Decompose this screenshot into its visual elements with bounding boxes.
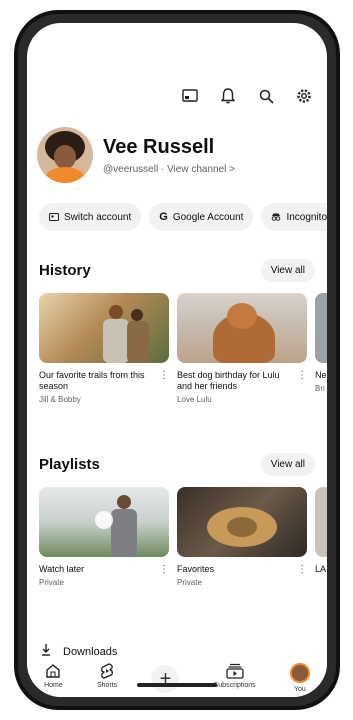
gear-icon[interactable] (295, 87, 313, 105)
history-card[interactable]: Ne Bri (315, 293, 327, 404)
plus-icon: + (151, 665, 180, 693)
download-icon (41, 643, 51, 661)
bottom-nav: Home Shorts + Subscriptions You (27, 663, 327, 697)
more-options-icon[interactable]: ⋮ (159, 564, 169, 587)
video-title: Ne (315, 370, 327, 380)
history-card[interactable]: Our favorite trails from this season Jil… (39, 293, 169, 404)
shorts-icon (101, 663, 114, 679)
playlist-thumbnail (39, 487, 169, 557)
clock-icon (95, 511, 113, 529)
playlist-thumbnail (315, 487, 327, 557)
history-title: History (39, 262, 91, 279)
profile-handle: @veerussell (103, 163, 159, 175)
video-channel: Love Lulu (177, 395, 212, 404)
video-thumbnail (39, 293, 169, 363)
playlist-privacy: Private (177, 578, 202, 587)
nav-home-label: Home (44, 682, 63, 689)
nav-home[interactable]: Home (44, 663, 63, 689)
playlist-card[interactable]: Favorites Private ⋮ (177, 487, 307, 587)
top-toolbar (181, 87, 313, 105)
bell-icon[interactable] (219, 87, 237, 105)
home-indicator[interactable] (137, 683, 217, 687)
downloads-item[interactable]: Downloads (41, 643, 117, 661)
avatar[interactable] (37, 127, 93, 183)
more-options-icon[interactable]: ⋮ (159, 370, 169, 404)
more-options-icon[interactable]: ⋮ (297, 564, 307, 587)
downloads-label: Downloads (63, 646, 118, 658)
playlist-card[interactable]: LA (315, 487, 327, 587)
playlist-card[interactable]: Watch later Private ⋮ (39, 487, 169, 587)
playlist-privacy: Private (39, 578, 64, 587)
google-icon: G (159, 211, 168, 223)
phone-bezel: Vee Russell @veerussell · View channel >… (18, 14, 336, 706)
view-channel-link[interactable]: View channel > (167, 164, 235, 175)
nav-shorts-label: Shorts (96, 682, 118, 689)
subscriptions-icon (225, 663, 244, 679)
profile-header: Vee Russell @veerussell · View channel > (37, 127, 235, 183)
account-chips: Switch account G Google Account Incognit… (39, 203, 327, 231)
playlists-title: Playlists (39, 456, 100, 473)
home-icon (46, 664, 61, 678)
playlist-thumbnail (177, 487, 307, 557)
nav-subscriptions-label: Subscriptions (213, 682, 256, 689)
nav-avatar (289, 663, 310, 683)
nav-shorts[interactable]: Shorts (97, 663, 117, 689)
history-card[interactable]: Best dog birthday for Lulu and her frien… (177, 293, 307, 404)
nav-subscriptions[interactable]: Subscriptions (214, 663, 256, 689)
switch-account-label: Switch account (64, 211, 132, 223)
video-channel: Bri (315, 384, 325, 393)
switch-account-icon (49, 213, 59, 221)
search-icon[interactable] (257, 87, 275, 105)
video-title: Best dog birthday for Lulu and her frien… (177, 370, 280, 391)
video-title: Our favorite trails from this season (39, 370, 145, 391)
cast-icon[interactable] (181, 87, 199, 105)
more-options-icon[interactable]: ⋮ (297, 370, 307, 404)
incognito-icon (272, 213, 281, 221)
nav-you[interactable]: You (289, 663, 310, 693)
playlist-title: Favorites (177, 564, 215, 574)
playlist-title: Watch later (39, 564, 85, 574)
video-thumbnail (315, 293, 327, 363)
video-thumbnail (177, 293, 307, 363)
nav-you-label: You (293, 686, 306, 693)
google-account-label: Google Account (172, 211, 244, 223)
playlists-view-all-button[interactable]: View all (260, 453, 315, 476)
nav-create[interactable]: + (151, 663, 180, 693)
switch-account-chip[interactable]: Switch account (39, 203, 142, 231)
app-screen: Vee Russell @veerussell · View channel >… (27, 23, 327, 697)
video-channel: Jill & Bobby (39, 395, 81, 404)
history-view-all-button[interactable]: View all (260, 259, 315, 282)
incognito-chip[interactable]: Incognito (261, 203, 327, 231)
history-header: History View all (39, 259, 315, 282)
playlist-title: LA (315, 564, 327, 574)
phone-frame: Vee Russell @veerussell · View channel >… (14, 10, 340, 710)
google-account-chip[interactable]: G Google Account (149, 203, 254, 231)
profile-name: Vee Russell (103, 135, 215, 158)
incognito-label: Incognito (286, 211, 327, 223)
playlists-header: Playlists View all (39, 453, 315, 476)
playlists-row: Watch later Private ⋮ Favorites Private (39, 487, 327, 587)
history-row: Our favorite trails from this season Jil… (39, 293, 327, 404)
